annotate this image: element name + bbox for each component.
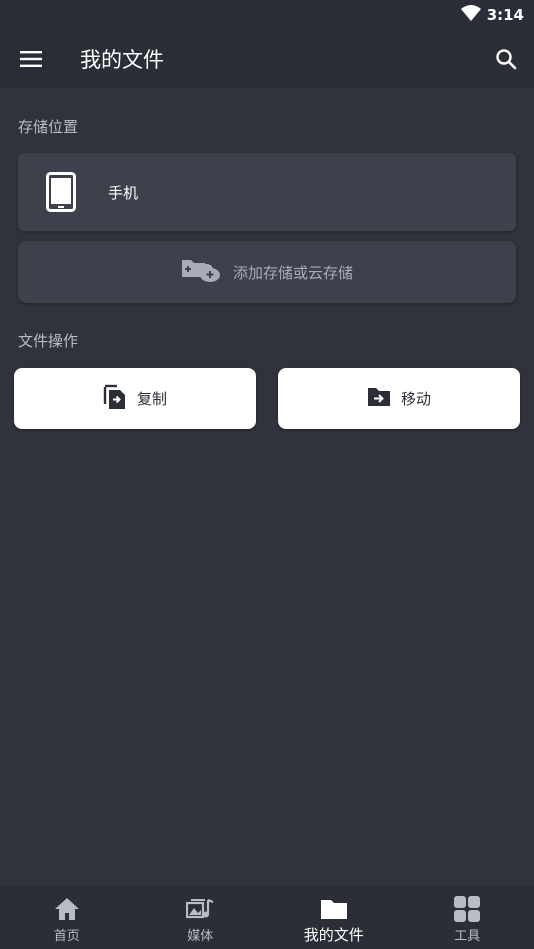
nav-item-tools[interactable]: 工具 [401,886,534,949]
search-icon [496,49,517,70]
home-icon [54,896,80,922]
app-bar: 我的文件 [0,30,534,88]
file-ops-section-title: 文件操作 [18,332,79,350]
nav-label-my-files: 我的文件 [303,926,364,944]
nav-label-home: 首页 [53,929,80,944]
storage-item-phone[interactable]: 手机 [18,153,516,231]
wifi-icon [460,5,481,25]
copy-button[interactable]: 复制 [14,368,256,429]
nav-item-media[interactable]: 媒体 [134,886,268,949]
add-storage-label: 添加存储或云存储 [232,263,353,282]
hamburger-menu-icon [20,51,42,67]
add-folder-cloud-icon [181,257,221,287]
move-folder-icon [367,386,391,412]
status-bar: 3:14 [0,0,534,30]
move-label: 移动 [400,390,431,408]
nav-label-media: 媒体 [187,929,214,944]
media-icon [186,896,214,922]
apps-grid-icon [453,896,481,922]
nav-item-my-files[interactable]: 我的文件 [267,886,401,949]
move-button[interactable]: 移动 [278,368,520,429]
bottom-nav: 首页 媒体 我的文件 工具 [0,886,534,949]
copy-file-icon [103,384,127,414]
nav-label-tools: 工具 [454,929,481,944]
nav-item-home[interactable]: 首页 [0,886,134,949]
tablet-icon [46,172,76,216]
menu-button[interactable] [18,47,44,71]
folder-icon [320,896,348,922]
copy-label: 复制 [136,390,167,408]
status-time: 3:14 [486,6,524,24]
page-title: 我的文件 [80,48,164,72]
storage-item-label: 手机 [108,184,139,202]
add-storage-button[interactable]: 添加存储或云存储 [18,241,516,303]
storage-section-title: 存储位置 [18,118,79,136]
search-button[interactable] [492,45,520,73]
